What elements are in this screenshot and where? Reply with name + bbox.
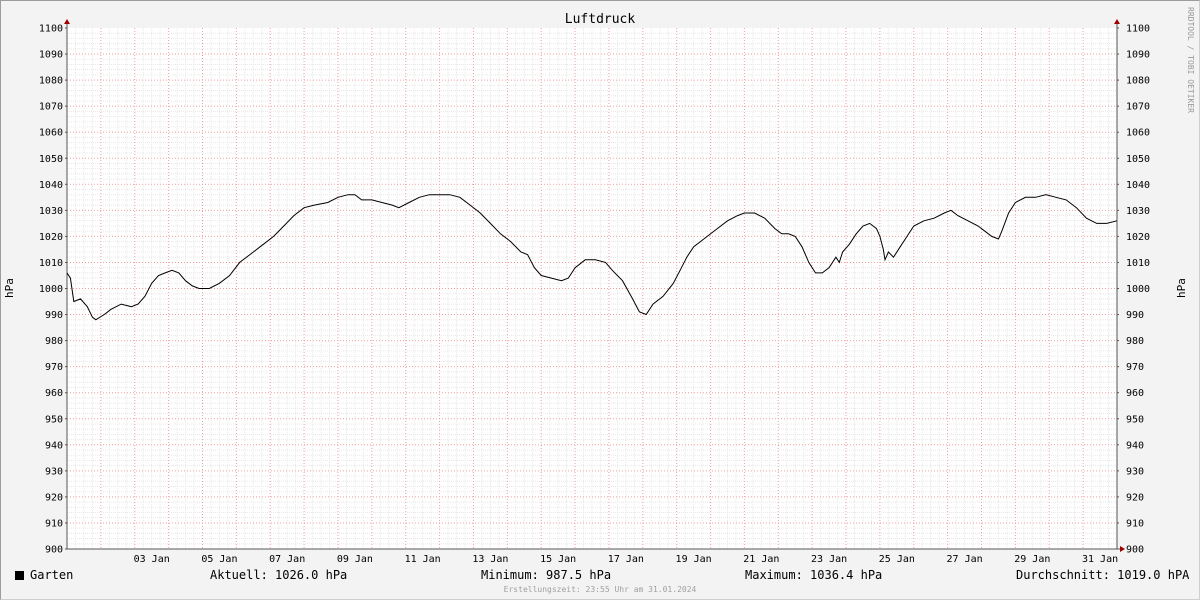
y-tick-label-left: 1040: [39, 180, 63, 191]
y-tick-label-right: 1020: [1126, 232, 1150, 243]
y-tick-label-left: 980: [45, 336, 63, 347]
y-tick-label-right: 1050: [1126, 154, 1150, 165]
x-tick-label: 31 Jan: [1082, 554, 1118, 565]
legend-swatch: [15, 571, 24, 580]
chart-canvas: Luftdruck 900 910 920 930 940 950 960 970 980 990…: [3, 7, 1195, 565]
y-tick-label-left: 970: [45, 362, 63, 373]
legend-minimum: Minimum: 987.5 hPa: [481, 568, 612, 582]
x-tick-label: 13 Jan: [472, 554, 508, 565]
y-ticks-right: 900 910 920 930 940 950 960 970 980 990 1000 1010 10…: [1117, 24, 1150, 556]
y-tick-label-left: 960: [45, 388, 63, 399]
y-tick-label-right: 940: [1126, 440, 1144, 451]
legend-durchschnitt: Durchschnitt: 1019.0 hPA: [1016, 568, 1190, 582]
y-tick-label-left: 1050: [39, 154, 63, 165]
x-tick-label: 19 Jan: [676, 554, 712, 565]
y-tick-label-left: 1100: [39, 24, 63, 35]
x-tick-label: 07 Jan: [269, 554, 305, 565]
legend-maximum: Maximum: 1036.4 hPa: [745, 568, 883, 582]
y-tick-label-right: 910: [1126, 518, 1144, 529]
x-tick-label: 23 Jan: [811, 554, 847, 565]
y-tick-label-right: 930: [1126, 466, 1144, 477]
creation-time: Erstellungszeit: 23:55 Uhr am 31.01.2024: [503, 585, 697, 594]
y-tick-label-left: 900: [45, 545, 63, 556]
y-tick-label-left: 1060: [39, 128, 63, 139]
y-tick-label-right: 900: [1126, 545, 1144, 556]
y-tick-label-left: 990: [45, 310, 63, 321]
x-ticks: 03 Jan 05 Jan 07 Jan 09 Jan 11 Jan 13 Jan 15 J…: [134, 554, 1119, 565]
y-tick-label-left: 1020: [39, 232, 63, 243]
y-tick-label-right: 1010: [1126, 258, 1150, 269]
y-tick-label-right: 1040: [1126, 180, 1150, 191]
y-tick-label-left: 950: [45, 414, 63, 425]
y-tick-label-left: 940: [45, 440, 63, 451]
x-tick-label: 25 Jan: [879, 554, 915, 565]
y-axis-arrow-left: [64, 19, 70, 24]
y-tick-label-right: 960: [1126, 388, 1144, 399]
y-tick-label-right: 1060: [1126, 128, 1150, 139]
y-tick-label-right: 980: [1126, 336, 1144, 347]
x-tick-label: 15 Jan: [540, 554, 576, 565]
x-tick-label: 27 Jan: [947, 554, 983, 565]
y-tick-label-left: 1010: [39, 258, 63, 269]
y-tick-label-left: 1090: [39, 50, 63, 61]
y-tick-label-right: 1000: [1126, 284, 1150, 295]
y-tick-label-right: 920: [1126, 492, 1144, 503]
y-axis-arrow-right: [1114, 19, 1120, 24]
y-tick-label-right: 1080: [1126, 76, 1150, 87]
y-tick-label-left: 910: [45, 518, 63, 529]
y-tick-label-right: 1030: [1126, 206, 1150, 217]
y-tick-label-left: 1000: [39, 284, 63, 295]
x-tick-label: 03 Jan: [134, 554, 170, 565]
x-axis-arrow: [1120, 546, 1125, 552]
y-tick-label-right: 1070: [1126, 102, 1150, 113]
x-tick-label: 11 Jan: [405, 554, 441, 565]
chart-title: Luftdruck: [565, 12, 636, 27]
y-tick-label-right: 970: [1126, 362, 1144, 373]
legend-series-name: Garten: [30, 568, 74, 582]
y-tick-label-right: 1100: [1126, 24, 1150, 35]
y-tick-label-left: 1080: [39, 76, 63, 87]
y-tick-label-left: 930: [45, 466, 63, 477]
y-tick-label-right: 950: [1126, 414, 1144, 425]
x-tick-label: 09 Jan: [337, 554, 373, 565]
y-axis-label-right: hPa: [1175, 278, 1188, 298]
y-tick-label-left: 1030: [39, 206, 63, 217]
y-ticks-left: 900 910 920 930 940 950 960 970 980 990 1000 1010 10…: [39, 24, 67, 556]
x-tick-label: 21 Jan: [743, 554, 779, 565]
y-tick-label-right: 990: [1126, 310, 1144, 321]
x-tick-label: 29 Jan: [1014, 554, 1050, 565]
legend-aktuell: Aktuell: 1026.0 hPa: [210, 568, 348, 582]
x-tick-label: 17 Jan: [608, 554, 644, 565]
y-tick-label-left: 920: [45, 492, 63, 503]
y-tick-label-left: 1070: [39, 102, 63, 113]
x-tick-label: 05 Jan: [201, 554, 237, 565]
y-axis-label-left: hPa: [3, 278, 16, 298]
y-tick-label-right: 1090: [1126, 50, 1150, 61]
rrdtool-watermark: RRDTOOL / TOBI OETIKER: [1186, 7, 1195, 113]
